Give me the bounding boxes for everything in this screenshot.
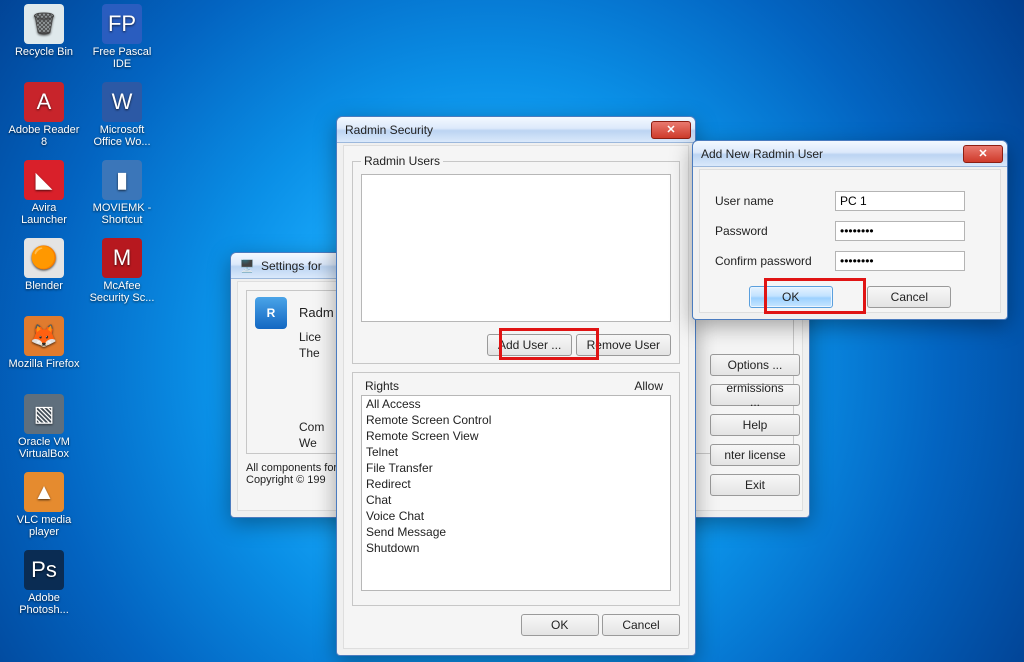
enter-license-button[interactable]: nter license [710, 444, 800, 466]
security-ok-button[interactable]: OK [521, 614, 599, 636]
rights-list-item[interactable]: Remote Screen View [362, 428, 670, 444]
desktop-icon-label: VLC media player [8, 514, 80, 538]
desktop-icon-label: Adobe Photosh... [8, 592, 80, 616]
confirm-password-label: Confirm password [715, 254, 812, 268]
desktop-icon-label: MOVIEMK - Shortcut [86, 202, 158, 226]
security-titlebar[interactable]: Radmin Security ✕ [337, 117, 695, 143]
desktop-icon-label: Recycle Bin [8, 46, 80, 58]
desktop-icon-label: Oracle VM VirtualBox [8, 436, 80, 460]
desktop-icon-image: Ps [24, 550, 64, 590]
rights-list-item[interactable]: Shutdown [362, 540, 670, 556]
rights-list-item[interactable]: All Access [362, 396, 670, 412]
add-user-ok-button[interactable]: OK [749, 286, 833, 308]
confirm-password-input[interactable] [835, 251, 965, 271]
desktop-icon[interactable]: WMicrosoft Office Wo... [86, 82, 158, 148]
desktop-icon-image: 🟠 [24, 238, 64, 278]
desktop-icon[interactable]: 🦊 Mozilla Firefox [8, 316, 80, 370]
rights-label: Rights [365, 379, 399, 393]
desktop-icon-label: Mozilla Firefox [8, 358, 80, 370]
security-body: Radmin Users Add User ... Remove User Ri… [343, 145, 689, 649]
add-user-title: Add New Radmin User [701, 147, 823, 161]
desktop-icon-image: ▮ [102, 160, 142, 200]
radmin-security-window: Radmin Security ✕ Radmin Users Add User … [336, 116, 696, 656]
desktop-icon-image: ◣ [24, 160, 64, 200]
security-cancel-button[interactable]: Cancel [602, 614, 680, 636]
add-user-titlebar[interactable]: Add New Radmin User ✕ [693, 141, 1007, 167]
desktop-icon-label: Microsoft Office Wo... [86, 124, 158, 148]
desktop-icon[interactable]: AAdobe Reader 8 [8, 82, 80, 148]
desktop-icon[interactable]: ▲VLC media player [8, 472, 80, 538]
desktop-icon-image: 🦊 [24, 316, 64, 356]
license-line: Lice [299, 330, 334, 344]
rights-list-item[interactable]: Chat [362, 492, 670, 508]
username-input[interactable] [835, 191, 965, 211]
rights-list-item[interactable]: Remote Screen Control [362, 412, 670, 428]
desktop-icon[interactable]: ▮MOVIEMK - Shortcut [86, 160, 158, 226]
help-button[interactable]: Help [710, 414, 800, 436]
settings-titlebar-icon: 🖥️ [239, 258, 255, 274]
desktop-icon-label: McAfee Security Sc... [86, 280, 158, 304]
desktop-icon-image: M [102, 238, 142, 278]
rights-list-item[interactable]: File Transfer [362, 460, 670, 476]
allow-label: Allow [634, 379, 663, 393]
settings-title: Settings for [261, 259, 322, 273]
rights-list-item[interactable]: Voice Chat [362, 508, 670, 524]
desktop-icon-label: Blender [8, 280, 80, 292]
permissions-button[interactable]: ermissions ... [710, 384, 800, 406]
footer-copyright: Copyright © 199 [246, 474, 326, 486]
desktop-icon[interactable]: ▧Oracle VM VirtualBox [8, 394, 80, 460]
desktop-icon[interactable]: MMcAfee Security Sc... [86, 238, 158, 304]
desktop-icon[interactable]: 🗑 Recycle Bin [8, 4, 80, 58]
radmin-product-icon: R [255, 297, 287, 329]
desktop-icon[interactable]: PsAdobe Photosh... [8, 550, 80, 616]
desktop-icon-label: Adobe Reader 8 [8, 124, 80, 148]
password-input[interactable] [835, 221, 965, 241]
add-user-button[interactable]: Add User ... [487, 334, 572, 356]
desktop-icon[interactable]: FPFree Pascal IDE [86, 4, 158, 70]
add-user-body: User name Password Confirm password OK C… [699, 169, 1001, 313]
rights-listbox[interactable]: All AccessRemote Screen ControlRemote Sc… [361, 395, 671, 591]
options-button[interactable]: Options ... [710, 354, 800, 376]
desktop-icon-label: Avira Launcher [8, 202, 80, 226]
exit-button[interactable]: Exit [710, 474, 800, 496]
add-user-cancel-button[interactable]: Cancel [867, 286, 951, 308]
we-line: We [299, 436, 334, 450]
product-name: Radm [299, 305, 334, 320]
settings-side-buttons: Options ... ermissions ... Help nter lic… [710, 354, 800, 496]
add-user-window: Add New Radmin User ✕ User name Password… [692, 140, 1008, 320]
desktop-icon-image: A [24, 82, 64, 122]
rights-list-item[interactable]: Send Message [362, 524, 670, 540]
security-title: Radmin Security [345, 123, 433, 137]
radmin-users-legend: Radmin Users [361, 154, 443, 168]
security-close-button[interactable]: ✕ [651, 121, 691, 139]
desktop-icon-image: ▧ [24, 394, 64, 434]
radmin-users-listbox[interactable] [361, 174, 671, 322]
desktop-icon-image: W [102, 82, 142, 122]
desktop-icon-image: FP [102, 4, 142, 44]
desktop-icon-label: Free Pascal IDE [86, 46, 158, 70]
remove-user-button[interactable]: Remove User [576, 334, 671, 356]
add-user-close-button[interactable]: ✕ [963, 145, 1003, 163]
rights-list-item[interactable]: Telnet [362, 444, 670, 460]
desktop-icon[interactable]: ◣Avira Launcher [8, 160, 80, 226]
com-line: Com [299, 420, 334, 434]
desktop-icon-image: 🗑 [24, 4, 64, 44]
the-line: The [299, 346, 334, 360]
password-label: Password [715, 224, 768, 238]
footer-components: All components for [246, 462, 337, 474]
username-label: User name [715, 194, 774, 208]
rights-list-item[interactable]: Redirect [362, 476, 670, 492]
desktop-icon[interactable]: 🟠 Blender [8, 238, 80, 292]
desktop-icon-image: ▲ [24, 472, 64, 512]
